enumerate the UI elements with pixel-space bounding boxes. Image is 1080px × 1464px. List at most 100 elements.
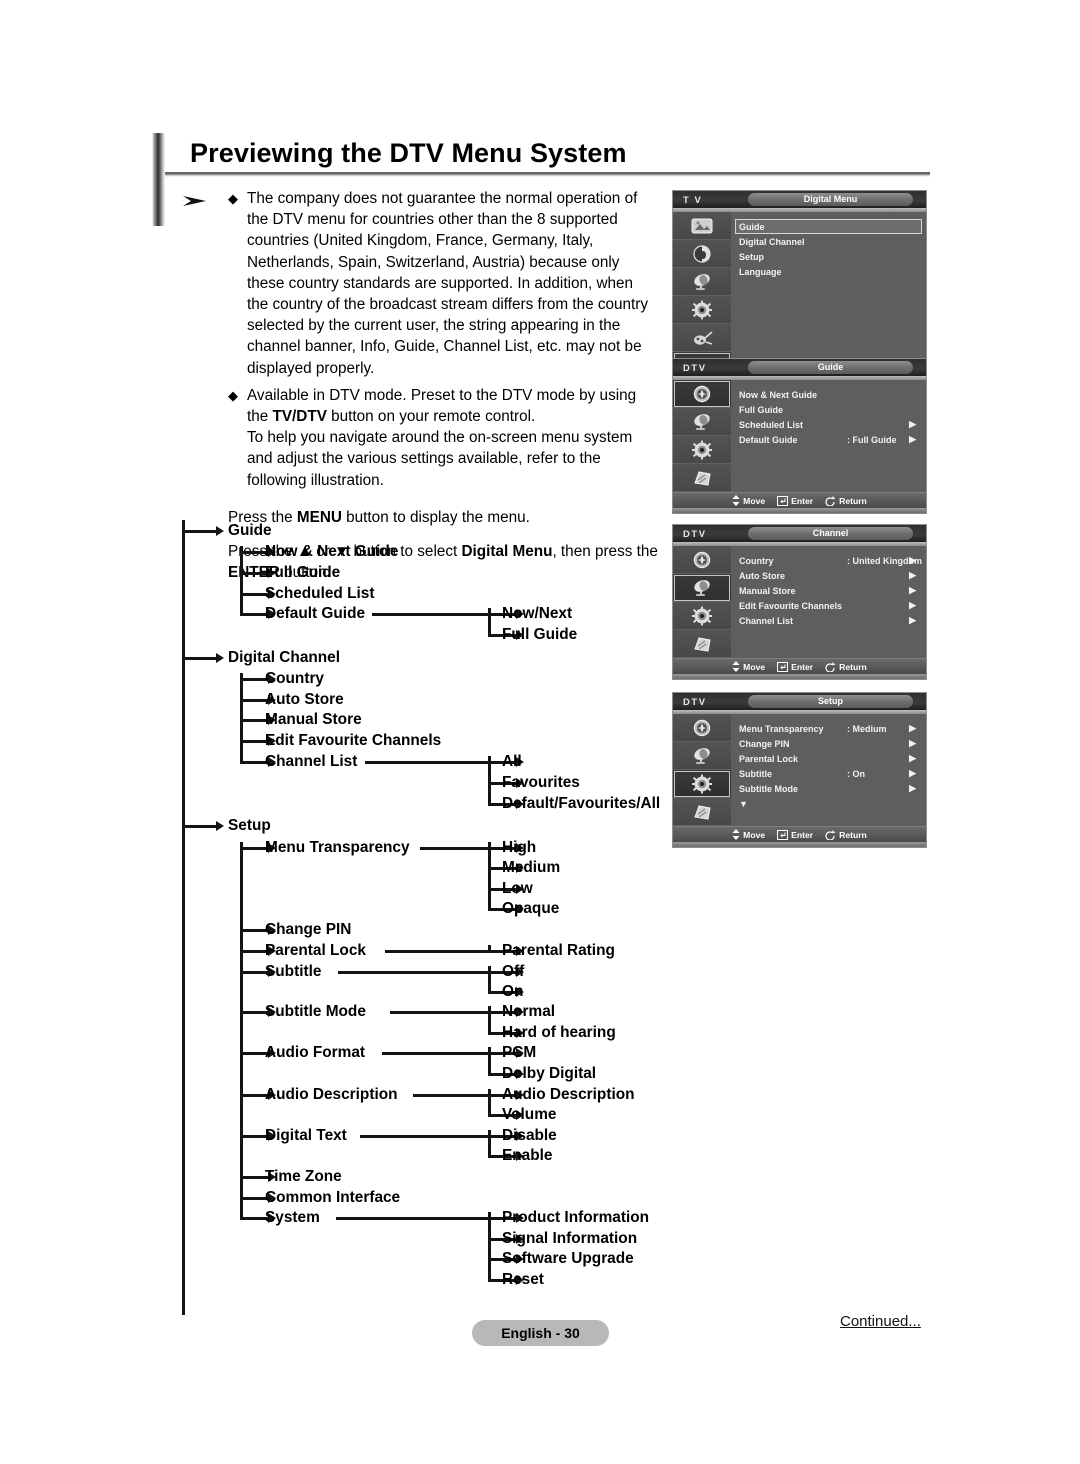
tv-mode-label: DTV — [683, 696, 707, 707]
tv-menu-item-value: : Medium — [847, 723, 887, 734]
tv-menu-item[interactable]: Channel List ▶ — [739, 613, 918, 628]
satellite-icon[interactable] — [673, 742, 731, 770]
tv-menu-item[interactable]: Digital Channel — [739, 234, 918, 249]
tv-menu-item[interactable]: ▼ — [739, 796, 918, 811]
tv-menu-item[interactable]: Manual Store ▶ — [739, 583, 918, 598]
tree-node-setup-menu-transparency: Menu Transparency — [265, 839, 410, 856]
tree-node-channellist-all: All — [502, 753, 522, 770]
tree-connector-h — [372, 613, 488, 616]
tree-connector-h — [240, 1197, 268, 1200]
tree-arrow-icon — [216, 526, 224, 536]
tree-connector-h — [413, 1094, 488, 1097]
picture-icon[interactable] — [673, 212, 731, 240]
gear-icon[interactable] — [673, 770, 731, 798]
tv-menu-spacer — [739, 294, 918, 309]
tv-menu-list: Guide Digital Channel Setup Language — [731, 212, 926, 380]
tv-menu-item[interactable]: Guide — [735, 219, 922, 234]
guide-icon[interactable] — [673, 714, 731, 742]
remote-icon[interactable] — [673, 464, 731, 492]
tree-branch-spine — [240, 546, 243, 614]
tv-screen-title: Setup — [748, 695, 913, 708]
remote-icon[interactable] — [673, 798, 731, 826]
tv-menu-item[interactable]: Subtitle: On ▶ — [739, 766, 918, 781]
tree-node-defaultguide-full-guide: Full Guide — [502, 626, 578, 643]
chevron-right-icon: ▶ — [909, 600, 916, 610]
tv-menu-item[interactable]: Parental Lock ▶ — [739, 751, 918, 766]
tv-screen-title: Guide — [748, 361, 913, 374]
gear-icon[interactable] — [673, 296, 731, 324]
return-hint: Return — [825, 661, 867, 672]
tv-menu-item-label: Digital Channel — [739, 236, 805, 247]
tv-menu-item[interactable]: Auto Store ▶ — [739, 568, 918, 583]
tree-connector-h — [183, 825, 216, 828]
tv-menu-item[interactable]: Default Guide: Full Guide ▶ — [739, 432, 918, 447]
enter-hint: Enter — [777, 495, 813, 506]
tv-menu-item[interactable]: Change PIN ▶ — [739, 736, 918, 751]
remote-icon[interactable] — [673, 630, 731, 658]
tree-node-digitaltext-disable: Disable — [502, 1127, 557, 1144]
guide-icon[interactable] — [673, 380, 731, 408]
tree-node-subtitle-off: Off — [502, 963, 525, 980]
tree-branch-spine — [488, 1212, 491, 1280]
gear-icon[interactable] — [673, 436, 731, 464]
tv-menu-item[interactable]: Edit Favourite Channels ▶ — [739, 598, 918, 613]
satellite-icon[interactable] — [673, 408, 731, 436]
tv-menu-item-label: Change PIN — [739, 738, 790, 749]
tree-connector-h — [240, 613, 268, 616]
tree-connector-h — [240, 971, 268, 974]
tree-node-audioformat-dolby-digital: Dolby Digital — [502, 1065, 597, 1082]
chevron-right-icon: ▶ — [909, 615, 916, 625]
tree-branch-spine — [488, 842, 491, 909]
guide-icon[interactable] — [673, 546, 731, 574]
tv-menu-item[interactable]: Language — [739, 264, 918, 279]
tree-node-setup-digital-text: Digital Text — [265, 1127, 347, 1144]
enter-key-icon — [777, 829, 789, 840]
gear-icon[interactable] — [673, 602, 731, 630]
tv-body: Now & Next Guide Full Guide Scheduled List… — [673, 380, 926, 492]
tv-body: Menu Transparency: Medium ▶ Change PIN ▶ Par… — [673, 714, 926, 826]
tv-screen-title: Channel — [748, 527, 913, 540]
tree-node-digitalchannel-country: Country — [265, 670, 324, 687]
tv-menu-item-label: ▼ — [739, 798, 748, 809]
tree-node-setup-audio-description: Audio Description — [265, 1086, 398, 1103]
tree-connector-h — [240, 1011, 268, 1014]
chevron-right-icon: ▶ — [909, 555, 916, 565]
tree-node-audiodescription-volume: Volume — [502, 1106, 557, 1123]
tree-node-parentallock-parental-rating: Parental Rating — [502, 942, 615, 959]
tv-menu-item[interactable]: Scheduled List ▶ — [739, 417, 918, 432]
tree-node-guide-default-guide: Default Guide — [265, 605, 366, 622]
tree-connector-h — [240, 593, 268, 596]
tv-body: D Guide Digital Channel Setup Language — [673, 212, 926, 380]
tv-titlebar: T V Digital Menu — [673, 191, 926, 208]
tv-menu-item[interactable]: Full Guide — [739, 402, 918, 417]
chevron-right-icon: ▶ — [909, 419, 916, 429]
input-icon[interactable] — [673, 324, 731, 352]
tree-connector-h — [240, 1176, 268, 1179]
tv-menu-item[interactable]: Country: United Kingdom ▶ — [739, 553, 922, 568]
tv-menu-item[interactable]: Menu Transparency: Medium ▶ — [739, 721, 918, 736]
tree-connector-h — [240, 847, 268, 850]
tv-menu-item-label: Guide — [739, 221, 765, 232]
manual-page: Previewing the DTV Menu System ◆ The com… — [0, 0, 1080, 1464]
tv-menu-item-label: Subtitle Mode — [739, 783, 798, 794]
return-arrow-icon — [825, 661, 836, 672]
tv-titlebar: DTV Guide — [673, 359, 926, 376]
tree-connector-h — [240, 572, 268, 575]
sound-icon[interactable] — [673, 240, 731, 268]
tv-menu-item[interactable]: Now & Next Guide — [739, 387, 918, 402]
tree-connector-h — [338, 971, 488, 974]
satellite-icon[interactable] — [673, 574, 731, 602]
satellite-icon[interactable] — [673, 268, 731, 296]
tree-connector-h — [183, 657, 216, 660]
tv-menu-spacer — [739, 628, 918, 643]
tv-footer-hints: Move Enter Return — [673, 826, 926, 842]
tv-menu-item[interactable]: Subtitle Mode ▶ — [739, 781, 918, 796]
return-arrow-icon — [825, 829, 836, 840]
enter-key-icon — [777, 495, 789, 506]
tv-icon-sidebar — [673, 380, 731, 492]
tv-screen-setup: DTV Setup Menu Transparency: Medium ▶ Change… — [672, 692, 927, 848]
tv-menu-item[interactable]: Setup — [739, 249, 918, 264]
tv-menu-list: Menu Transparency: Medium ▶ Change PIN ▶ Par… — [731, 714, 926, 826]
tree-node-l1-setup: Setup — [228, 817, 271, 834]
tree-node-digitaltext-enable: Enable — [502, 1147, 553, 1164]
